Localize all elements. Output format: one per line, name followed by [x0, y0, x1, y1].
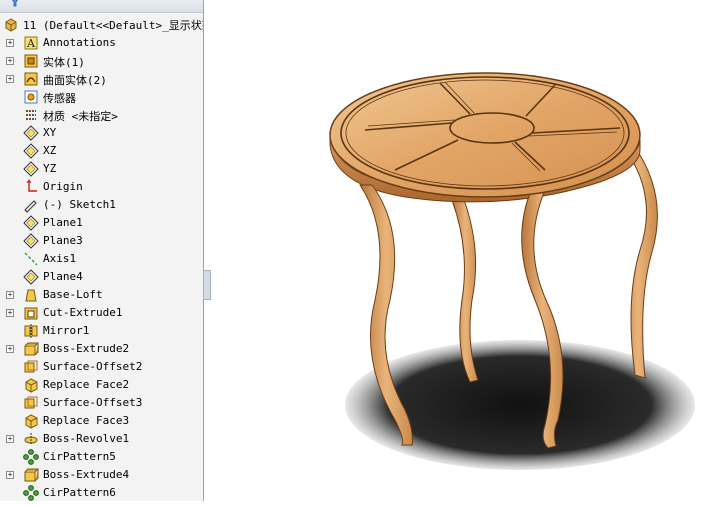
tree-item[interactable]: Plane3	[0, 232, 203, 250]
tree-item-label: Base-Loft	[43, 288, 103, 301]
tree-item[interactable]: CirPattern6	[0, 484, 203, 501]
solid-bodies-icon	[24, 54, 38, 68]
tree-root[interactable]: 11 (Default<<Default>_显示状态	[0, 15, 203, 33]
tree-item-label: Replace Face3	[43, 414, 130, 427]
tree-item-label: Mirror1	[43, 324, 90, 337]
circular-pattern-icon	[23, 449, 39, 465]
expand-toggle-icon[interactable]: +	[6, 471, 14, 479]
tree-item[interactable]: + Boss-Revolve1	[0, 430, 203, 448]
tree-item[interactable]: 材质 <未指定>	[0, 106, 203, 124]
tree-item[interactable]: XY	[0, 124, 203, 142]
plane-icon	[23, 215, 39, 231]
expand-toggle-icon[interactable]: +	[6, 57, 14, 65]
expand-toggle-icon[interactable]: +	[6, 75, 14, 83]
tree-root-label: 11 (Default<<Default>_显示状态	[23, 19, 204, 32]
tree-item[interactable]: (-) Sketch1	[0, 196, 203, 214]
annotations-icon: A	[24, 36, 38, 50]
expand-toggle-icon[interactable]: +	[6, 345, 14, 353]
tree-item-label: Surface-Offset2	[43, 360, 143, 373]
table-3d-model	[329, 72, 695, 470]
tree-item[interactable]: Axis1	[0, 250, 203, 268]
tree-item[interactable]: Surface-Offset3	[0, 394, 203, 412]
material-icon	[26, 110, 36, 120]
surface-bodies-icon	[24, 72, 38, 86]
loft-icon	[25, 289, 37, 302]
boss-extrude-icon	[24, 342, 39, 356]
tree-item[interactable]: Surface-Offset2	[0, 358, 203, 376]
feature-manager-tree: 11 (Default<<Default>_显示状态 + A Annotations…	[0, 0, 204, 501]
tree-item[interactable]: + 曲面实体(2)	[0, 70, 203, 88]
plane-icon	[23, 269, 39, 285]
tree-item-label: Annotations	[43, 36, 116, 49]
circular-pattern-icon	[23, 485, 39, 501]
surface-offset-icon	[24, 360, 38, 373]
tree-item[interactable]: + Boss-Extrude4	[0, 466, 203, 484]
tree-item[interactable]: Replace Face3	[0, 412, 203, 430]
tree-item[interactable]: Plane4	[0, 268, 203, 286]
tree-item-label: 曲面实体(2)	[43, 74, 107, 87]
tree-item-label: Boss-Revolve1	[43, 432, 130, 445]
tree-item[interactable]: YZ	[0, 160, 203, 178]
tree-item-label: XY	[43, 126, 57, 139]
plane-icon	[23, 233, 39, 249]
part-icon	[5, 18, 17, 32]
tree-item-label: Plane4	[43, 270, 83, 283]
tree-item-label: 传感器	[43, 92, 76, 105]
cut-extrude-icon	[24, 307, 38, 320]
mirror-icon	[24, 324, 38, 338]
expand-toggle-icon[interactable]: +	[6, 39, 14, 47]
tree-item-label: Axis1	[43, 252, 77, 265]
replace-face-icon	[25, 378, 38, 393]
replace-face-icon	[25, 414, 38, 429]
tree-item[interactable]: Mirror1	[0, 322, 203, 340]
surface-offset-icon	[24, 396, 38, 409]
origin-icon	[26, 179, 37, 192]
tree-item[interactable]: + Base-Loft	[0, 286, 203, 304]
expand-toggle-icon[interactable]: +	[6, 435, 14, 443]
tree-item[interactable]: Origin	[0, 178, 203, 196]
graphics-area[interactable]	[212, 0, 718, 501]
tree-item[interactable]: 传感器	[0, 88, 203, 106]
filter-icon[interactable]	[10, 0, 20, 7]
tree-item-label: CirPattern5	[43, 450, 116, 463]
tree-item-label: CirPattern6	[43, 486, 116, 499]
tree-item-label: Replace Face2	[43, 378, 130, 391]
plane-icon	[23, 143, 39, 159]
expand-toggle-icon[interactable]: +	[6, 291, 14, 299]
tree-item[interactable]: + 实体(1)	[0, 52, 203, 70]
tree-item-label: XZ	[43, 144, 57, 157]
tree-item-label: (-) Sketch1	[43, 198, 116, 211]
sketch-icon	[24, 200, 37, 213]
tree-item-label: Cut-Extrude1	[43, 306, 123, 319]
tree-item-label: Plane3	[43, 234, 83, 247]
revolve-icon	[24, 433, 38, 445]
tree-item-label: Surface-Offset3	[43, 396, 143, 409]
svg-text:A: A	[26, 37, 36, 50]
boss-extrude-icon	[24, 468, 39, 482]
tree-item-label: Boss-Extrude4	[43, 468, 130, 481]
plane-icon	[23, 125, 39, 141]
tree-item-label: Boss-Extrude2	[43, 342, 130, 355]
tree-item[interactable]: + A Annotations	[0, 34, 203, 52]
tree-item-label: 实体(1)	[43, 56, 85, 69]
tree-item[interactable]: + Cut-Extrude1	[0, 304, 203, 322]
tree-item[interactable]: Replace Face2	[0, 376, 203, 394]
expand-toggle-icon[interactable]: +	[6, 309, 14, 317]
tree-item[interactable]: + Boss-Extrude2	[0, 340, 203, 358]
tree-item-label: Plane1	[43, 216, 83, 229]
panel-splitter[interactable]	[203, 270, 211, 300]
tree-item[interactable]: Plane1	[0, 214, 203, 232]
axis-icon	[24, 252, 38, 266]
sensors-icon	[24, 90, 38, 104]
plane-icon	[23, 161, 39, 177]
tree-header	[0, 0, 203, 13]
tree-item[interactable]: CirPattern5	[0, 448, 203, 466]
tree-item-label: Origin	[43, 180, 83, 193]
tree-item[interactable]: XZ	[0, 142, 203, 160]
tree-item-label: 材质 <未指定>	[43, 110, 118, 123]
tree-item-label: YZ	[43, 162, 57, 175]
